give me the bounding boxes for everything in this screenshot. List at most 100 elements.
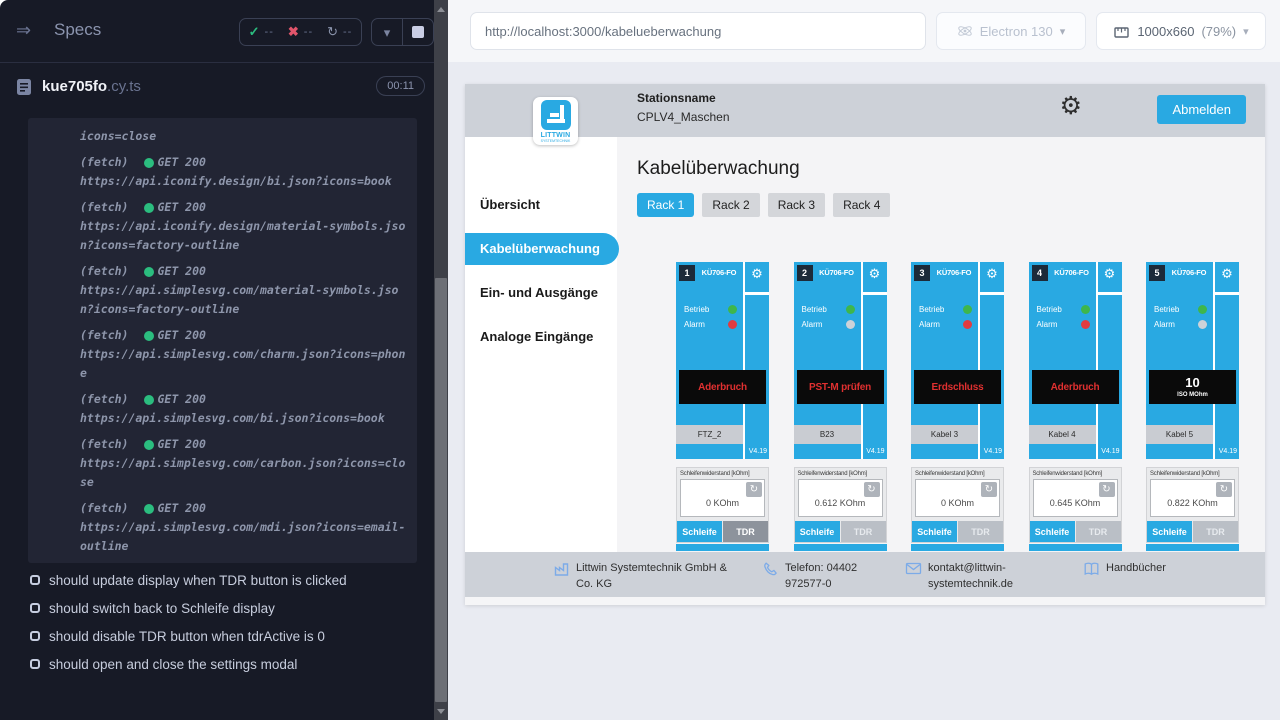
test-pending-icon	[30, 659, 40, 669]
collapse-button[interactable]: ▾	[372, 19, 403, 45]
card-strip	[911, 544, 1004, 551]
tdr-button[interactable]: TDR	[1076, 521, 1121, 542]
card-settings-gear-icon[interactable]: ⚙	[865, 266, 885, 284]
sidebar-item-kabelueberwachung[interactable]: Kabelüberwachung	[465, 233, 619, 265]
cable-name: B23	[794, 425, 861, 444]
test-pending-icon	[30, 603, 40, 613]
measurement-value: 0.822 KOhm	[1167, 498, 1218, 508]
card-model: KÜ706-FO	[696, 268, 742, 277]
log-url-tail[interactable]: icons=close	[80, 127, 407, 146]
specs-menu-icon[interactable]: ⇒	[16, 20, 31, 41]
sidebar-item-ein-und-ausgaenge[interactable]: Ein- und Ausgänge	[465, 277, 617, 309]
refresh-icon[interactable]: ↻	[746, 482, 762, 497]
spec-base-name: kue705fo	[42, 78, 107, 95]
log-entry[interactable]: (fetch)GET 200 https://api.iconify.desig…	[80, 198, 407, 255]
scroll-up-arrow[interactable]	[434, 2, 448, 16]
log-entry[interactable]: (fetch)GET 200 https://api.simplesvg.com…	[80, 435, 407, 492]
spec-row[interactable]: kue705fo.cy.ts 00:11	[0, 63, 434, 113]
test-item[interactable]: should update display when TDR button is…	[30, 566, 426, 594]
runner-scrollbar[interactable]	[434, 0, 448, 720]
spec-file-icon	[16, 78, 32, 101]
refresh-icon[interactable]: ↻	[1099, 482, 1115, 497]
log-status: GET 200	[157, 326, 205, 345]
tdr-button[interactable]: TDR	[723, 521, 768, 542]
viewport-select[interactable]: 1000x660 (79%) ▾	[1096, 12, 1266, 50]
scrollbar-thumb[interactable]	[435, 278, 447, 702]
alarm-display: Aderbruch	[1032, 370, 1119, 404]
test-item[interactable]: should open and close the settings modal	[30, 650, 426, 678]
log-entry[interactable]: (fetch)GET 200 https://api.iconify.desig…	[80, 153, 407, 191]
footer-email-text[interactable]: kontakt@littwin-systemtechnik.de	[928, 560, 1033, 592]
rack-tab-3[interactable]: Rack 3	[768, 193, 825, 217]
screen: ⇒ Specs ✓ -- ✖ -- ↻ -- ▾	[0, 0, 1280, 720]
measurement-label: Schleifenwiderstand [kOhm]	[1030, 470, 1121, 478]
tdr-button[interactable]: TDR	[841, 521, 886, 542]
sidebar-item-analoge-eingaenge[interactable]: Analoge Eingänge	[465, 321, 617, 353]
log-entry[interactable]: (fetch)GET 200 https://api.simplesvg.com…	[80, 499, 407, 556]
stop-icon	[412, 26, 424, 38]
log-entry[interactable]: (fetch)GET 200 https://api.simplesvg.com…	[80, 262, 407, 319]
test-pending-icon	[30, 631, 40, 641]
specs-title[interactable]: Specs	[54, 20, 101, 40]
failed-icon: ✖	[288, 24, 299, 40]
card-model: KÜ706-FO	[814, 268, 860, 277]
card-settings-gear-icon[interactable]: ⚙	[1100, 266, 1120, 284]
betrieb-led	[846, 305, 855, 314]
logout-button[interactable]: Abmelden	[1157, 95, 1246, 124]
measurement-panel: Schleifenwiderstand [kOhm] ↻ 0 KOhm Schl…	[676, 467, 769, 543]
ruler-icon	[1113, 23, 1130, 40]
alarm-led	[846, 320, 855, 329]
sidebar-item-uebersicht[interactable]: Übersicht	[465, 189, 617, 221]
module-cards: 1 KÜ706-FO ⚙ Betrieb Alarm Aderbruch FTZ…	[676, 262, 1265, 551]
status-dot-icon	[144, 158, 154, 168]
test-item[interactable]: should disable TDR button when tdrActive…	[30, 622, 426, 650]
rack-tab-4[interactable]: Rack 4	[833, 193, 890, 217]
schleife-button[interactable]: Schleife	[795, 521, 840, 542]
cable-name: Kabel 3	[911, 425, 978, 444]
schleife-button[interactable]: Schleife	[1030, 521, 1075, 542]
test-title: should switch back to Schleife display	[49, 601, 275, 616]
schleife-button[interactable]: Schleife	[1147, 521, 1192, 542]
refresh-icon[interactable]: ↻	[981, 482, 997, 497]
betrieb-led	[1198, 305, 1207, 314]
schleife-button[interactable]: Schleife	[912, 521, 957, 542]
log-status: GET 200	[157, 262, 205, 281]
browser-select[interactable]: Electron 130 ▾	[936, 12, 1086, 50]
measurement-panel: Schleifenwiderstand [kOhm] ↻ 0 KOhm Schl…	[911, 467, 1004, 543]
log-entry[interactable]: (fetch)GET 200 https://api.simplesvg.com…	[80, 390, 407, 428]
email-icon	[905, 561, 922, 576]
alarm-led	[963, 320, 972, 329]
cypress-runner-panel: ⇒ Specs ✓ -- ✖ -- ↻ -- ▾	[0, 0, 448, 720]
alarm-label: Alarm	[1037, 320, 1081, 329]
log-status: GET 200	[157, 390, 205, 409]
tdr-button[interactable]: TDR	[1193, 521, 1238, 542]
refresh-icon[interactable]: ↻	[864, 482, 880, 497]
card-settings-gear-icon[interactable]: ⚙	[1217, 266, 1237, 284]
log-url-text: https://api.simplesvg.com/carbon.json?ic…	[80, 454, 407, 492]
logo-title: LITTWIN	[541, 132, 571, 139]
cable-name: Kabel 4	[1029, 425, 1096, 444]
url-input[interactable]	[470, 12, 926, 50]
schleife-button[interactable]: Schleife	[677, 521, 722, 542]
test-title: should open and close the settings modal	[49, 657, 297, 672]
log-entry[interactable]: (fetch)GET 200 https://api.simplesvg.com…	[80, 326, 407, 383]
measurement-label: Schleifenwiderstand [kOhm]	[1147, 470, 1238, 478]
tdr-button[interactable]: TDR	[958, 521, 1003, 542]
card-settings-gear-icon[interactable]: ⚙	[982, 266, 1002, 284]
betrieb-led	[728, 305, 737, 314]
stop-button[interactable]	[403, 19, 433, 45]
runner-header: ⇒ Specs ✓ -- ✖ -- ↻ -- ▾	[0, 0, 434, 63]
test-item[interactable]: should switch back to Schleife display	[30, 594, 426, 622]
footer-manuals[interactable]: Handbücher	[1083, 560, 1166, 577]
alarm-text: PST-M prüfen	[809, 382, 871, 393]
refresh-icon[interactable]: ↻	[1216, 482, 1232, 497]
scroll-down-arrow[interactable]	[434, 704, 448, 718]
rack-tab-2[interactable]: Rack 2	[702, 193, 759, 217]
measurement-value: 0 KOhm	[941, 498, 974, 508]
phone-icon	[763, 561, 779, 577]
status-dot-icon	[144, 203, 154, 213]
settings-gear-icon[interactable]: ⚙	[1060, 93, 1082, 118]
rack-tab-1[interactable]: Rack 1	[637, 193, 694, 217]
card-settings-gear-icon[interactable]: ⚙	[747, 266, 767, 284]
measurement-box: ↻ 0.612 KOhm	[798, 479, 883, 517]
